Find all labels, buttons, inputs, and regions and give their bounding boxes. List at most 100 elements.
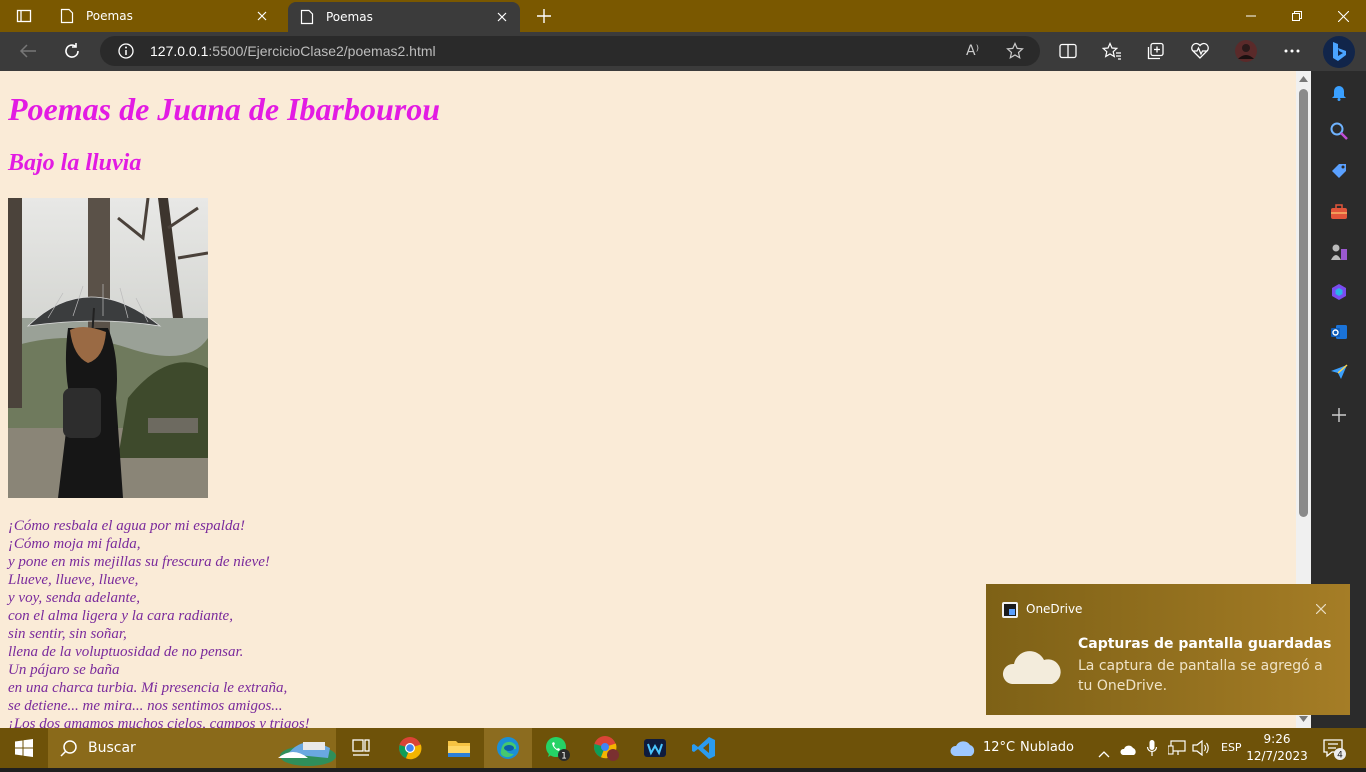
notification-app-name: OneDrive: [1026, 602, 1083, 616]
plus-icon: [537, 9, 551, 23]
tab-1[interactable]: Poemas: [48, 0, 280, 32]
poem-line: sin sentir, sin soñar,: [8, 626, 127, 642]
settings-more-button[interactable]: [1276, 36, 1308, 66]
bing-icon: [1333, 42, 1346, 61]
scroll-down-arrow-icon[interactable]: [1299, 714, 1308, 724]
task-view-icon: [352, 739, 370, 756]
refresh-button[interactable]: [56, 36, 88, 66]
collections-button[interactable]: [1140, 36, 1172, 66]
url-text[interactable]: 127.0.0.1:5500/EjercicioClase2/poemas2.h…: [150, 36, 436, 66]
poem-line: en una charca turbia. Mi presencia le ex…: [8, 680, 288, 696]
tab-title: Poemas: [326, 10, 373, 24]
weather-description[interactable]: Nublado: [1020, 728, 1074, 768]
search-label: Buscar: [88, 740, 136, 756]
folder-icon: [448, 741, 470, 757]
poem-line: y voy, senda adelante,: [8, 590, 141, 606]
search-icon[interactable]: [1328, 120, 1350, 142]
close-icon: [1337, 10, 1349, 22]
close-tab-icon[interactable]: [492, 7, 512, 27]
refresh-icon: [65, 43, 79, 58]
tab-actions-button[interactable]: [10, 6, 38, 26]
profile-button[interactable]: [1230, 36, 1262, 66]
network-icon[interactable]: [1167, 740, 1186, 760]
cloud-icon: [1000, 644, 1064, 692]
scroll-up-arrow-icon[interactable]: [1299, 74, 1308, 84]
tab-2[interactable]: Poemas: [288, 2, 520, 32]
file-explorer-taskbar-button[interactable]: [435, 728, 483, 768]
show-hidden-icons-chevron-icon[interactable]: [1098, 743, 1110, 762]
poem-line: Llueve, llueve, llueve,: [8, 572, 139, 588]
notification-center-icon[interactable]: 4: [1322, 737, 1346, 765]
taskbar-search-box[interactable]: Buscar: [48, 728, 336, 768]
taskbar: Buscar 1 12°C Nublado ESP 9:26 12/7/2023…: [0, 728, 1366, 768]
monitor-app-icon: [644, 739, 666, 757]
chrome-taskbar-button[interactable]: [386, 728, 434, 768]
minimize-icon: [1246, 15, 1256, 17]
woman-with-umbrella-image: [8, 198, 208, 498]
clock-date: 12/7/2023: [1246, 749, 1308, 763]
poem-line: se detiene... me mira... nos sentimos am…: [8, 698, 283, 714]
page-icon: [300, 9, 316, 25]
page-icon: [60, 8, 76, 24]
close-window-button[interactable]: [1320, 0, 1366, 32]
restore-button[interactable]: [1274, 0, 1320, 32]
add-sidebar-app-icon[interactable]: [1328, 404, 1350, 426]
chrome-profile-taskbar-button[interactable]: [582, 728, 630, 768]
poem-line: y pone en mis mejillas su frescura de ni…: [8, 554, 270, 570]
address-bar[interactable]: 127.0.0.1:5500/EjercicioClase2/poemas2.h…: [100, 36, 1040, 66]
favorite-star-icon[interactable]: [1006, 42, 1024, 64]
whatsapp-taskbar-button[interactable]: 1: [533, 728, 581, 768]
volume-icon[interactable]: [1192, 739, 1210, 760]
microphone-icon[interactable]: [1146, 739, 1158, 761]
avatar: [1235, 40, 1257, 62]
edge-icon: [497, 737, 519, 759]
whatsapp-icon: 1: [546, 737, 570, 761]
performance-button[interactable]: [1184, 36, 1216, 66]
drop-send-icon[interactable]: [1328, 361, 1350, 383]
back-button[interactable]: [12, 36, 44, 66]
split-screen-icon: [1059, 43, 1077, 59]
task-view-button[interactable]: [337, 728, 385, 768]
chrome-profile-icon: [594, 736, 619, 761]
favorites-button[interactable]: [1096, 36, 1128, 66]
onedrive-tray-icon[interactable]: [1120, 741, 1138, 760]
new-tab-button[interactable]: [534, 6, 554, 26]
microsoft-365-icon[interactable]: [1328, 281, 1350, 303]
poem-title: Bajo la lluvia: [8, 150, 142, 176]
more-dots-icon: [1284, 49, 1300, 53]
back-arrow-icon: [19, 44, 36, 58]
heart-pulse-icon: [1191, 42, 1209, 59]
poem-line: con el alma ligera y la cara radiante,: [8, 608, 233, 624]
weather-temperature[interactable]: 12°C: [983, 728, 1015, 768]
browser-toolbar: 127.0.0.1:5500/EjercicioClase2/poemas2.h…: [0, 32, 1366, 71]
edge-taskbar-button[interactable]: [484, 728, 532, 768]
split-screen-button[interactable]: [1052, 36, 1084, 66]
notifications-bell-icon[interactable]: [1328, 81, 1350, 103]
games-icon[interactable]: [1328, 241, 1350, 263]
chrome-icon: [399, 737, 422, 760]
tools-briefcase-icon[interactable]: [1328, 201, 1350, 223]
weather-cloud-icon[interactable]: [950, 738, 976, 762]
collections-icon: [1147, 42, 1164, 60]
bing-copilot-button[interactable]: [1323, 36, 1355, 68]
shopping-tag-icon[interactable]: [1328, 160, 1350, 182]
outlook-icon[interactable]: [1328, 321, 1350, 343]
minimize-button[interactable]: [1228, 0, 1274, 32]
poem-body: ¡Cómo resbala el agua por mi espalda! ¡C…: [8, 517, 310, 728]
scroll-thumb[interactable]: [1299, 89, 1308, 517]
close-icon[interactable]: [1312, 600, 1330, 618]
app-taskbar-button[interactable]: [631, 728, 679, 768]
onedrive-notification[interactable]: OneDrive Capturas de pantalla guardadas …: [986, 584, 1350, 715]
vscode-taskbar-button[interactable]: [680, 728, 728, 768]
language-indicator[interactable]: ESP: [1221, 728, 1242, 768]
close-tab-icon[interactable]: [252, 6, 272, 26]
search-highlight-illustration-icon: [258, 728, 336, 772]
poem-line: Un pájaro se baña: [8, 662, 120, 678]
poem-line: llena de la voluptuosidad de no pensar.: [8, 644, 244, 660]
read-aloud-icon[interactable]: A⁾: [966, 43, 979, 59]
start-button[interactable]: [0, 728, 48, 768]
info-icon[interactable]: [118, 43, 134, 63]
tab-actions-icon: [16, 9, 32, 23]
notification-count-badge: 4: [1337, 751, 1343, 761]
clock[interactable]: 9:26 12/7/2023: [1245, 731, 1309, 765]
